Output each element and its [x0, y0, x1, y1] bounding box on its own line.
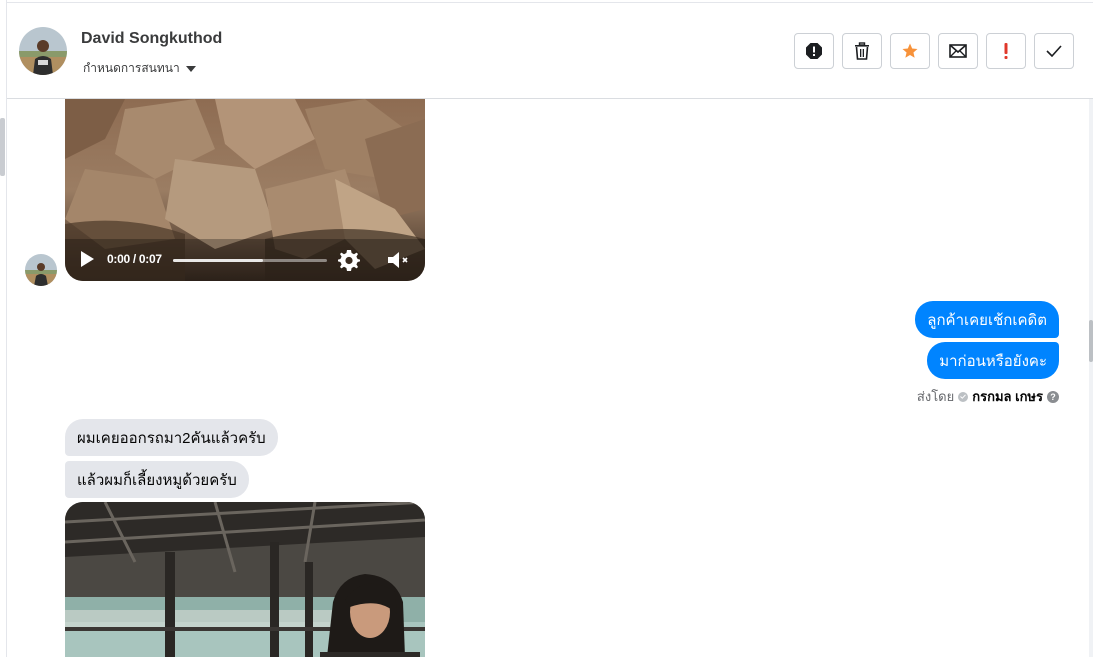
alert-octagon-icon — [806, 43, 822, 59]
left-panel-edge — [0, 0, 7, 657]
left-scrollbar[interactable] — [0, 118, 5, 176]
contact-name[interactable]: David Songkuthod — [81, 30, 222, 48]
video-controls: 0:00 / 0:07 — [65, 239, 425, 281]
incoming-message-bubble[interactable]: แล้วผมก็เลี้ยงหมูด้วยครับ — [65, 461, 249, 498]
video-message[interactable]: 0:00 / 0:07 — [65, 99, 425, 281]
message-text: มาก่อนหรือยังคะ — [939, 352, 1047, 370]
conversation-setting-label: กำหนดการสนทนา — [83, 61, 180, 75]
delete-button[interactable] — [842, 33, 882, 69]
outgoing-message-bubble[interactable]: ลูกค้าเคยเช้กเคดิต — [915, 301, 1059, 338]
help-icon[interactable]: ? — [1047, 390, 1059, 403]
video-thumbnail — [65, 502, 425, 657]
conversation-setting-dropdown[interactable]: กำหนดการสนทนา — [83, 59, 196, 78]
message-scrollbar-track[interactable] — [1089, 99, 1093, 657]
star-button[interactable] — [890, 33, 930, 69]
video-message[interactable] — [65, 502, 425, 657]
chevron-down-icon — [185, 65, 196, 72]
verified-check-icon — [958, 391, 969, 402]
envelope-icon — [949, 44, 967, 58]
contact-avatar[interactable] — [19, 27, 67, 75]
sender-avatar[interactable] — [25, 254, 57, 286]
video-seek-bar[interactable] — [173, 259, 327, 262]
sent-by-label: ส่งโดย — [916, 389, 955, 404]
inbox-conversation-view: David Songkuthod กำหนดการสนทนา 0:00 / 0:… — [0, 0, 1093, 657]
follow-up-button[interactable] — [986, 33, 1026, 69]
video-time: 0:00 / 0:07 — [107, 252, 162, 266]
message-text: ผมเคยออกรถมา2คันแล้วครับ — [77, 429, 266, 447]
gear-icon[interactable] — [337, 248, 361, 272]
conversation-header: David Songkuthod กำหนดการสนทนา — [7, 3, 1093, 99]
mark-unread-button[interactable] — [938, 33, 978, 69]
star-icon — [902, 43, 918, 58]
play-icon[interactable] — [81, 251, 94, 267]
conversation-actions — [794, 33, 1074, 69]
incoming-message-bubble[interactable]: ผมเคยออกรถมา2คันแล้วครับ — [65, 419, 278, 456]
mark-done-button[interactable] — [1034, 33, 1074, 69]
outgoing-message-bubble[interactable]: มาก่อนหรือยังคะ — [927, 342, 1059, 379]
checkmark-icon — [1046, 45, 1062, 57]
sent-by-info: ส่งโดย กรกมล เกษร ? — [917, 386, 1059, 407]
message-text: แล้วผมก็เลี้ยงหมูด้วยครับ — [77, 471, 237, 489]
exclamation-icon — [1004, 43, 1008, 59]
message-scrollbar-thumb[interactable] — [1089, 320, 1093, 362]
mute-icon[interactable] — [385, 248, 411, 272]
trash-icon — [855, 42, 869, 60]
message-text: ลูกค้าเคยเช้กเคดิต — [927, 311, 1047, 329]
sent-by-agent-name[interactable]: กรกมล เกษร — [972, 386, 1043, 407]
report-spam-button[interactable] — [794, 33, 834, 69]
